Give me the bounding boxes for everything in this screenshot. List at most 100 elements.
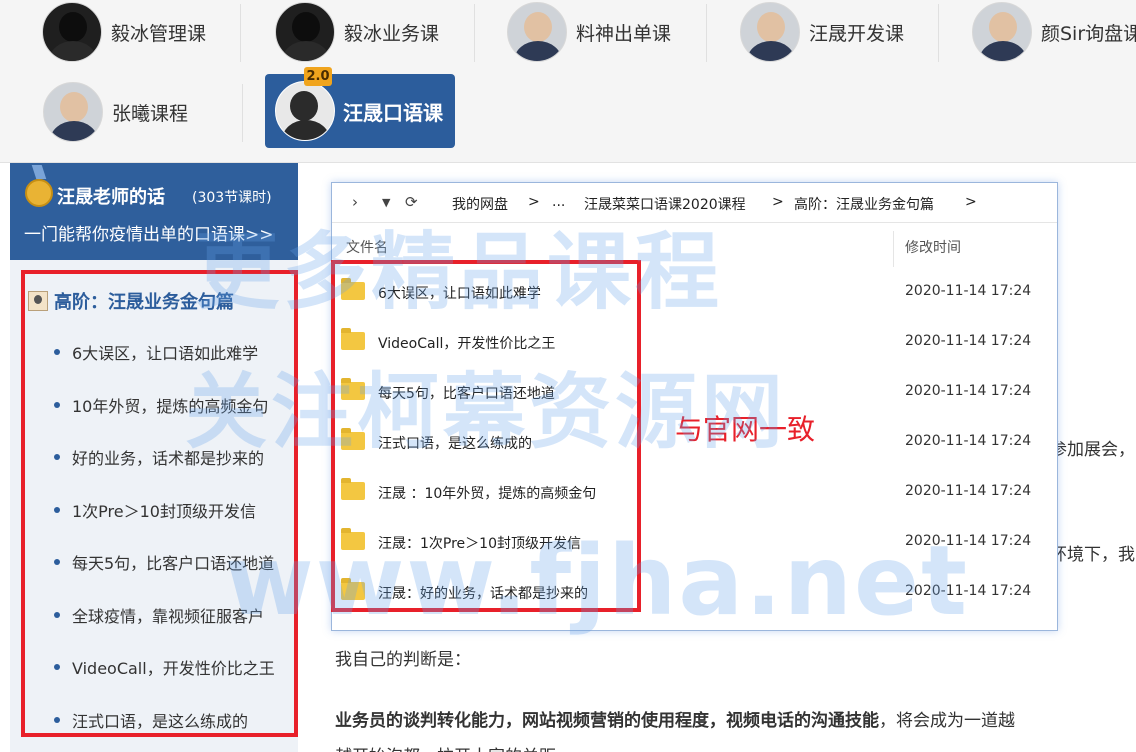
tab-yansir-inquiry[interactable]: 颜Sir询盘课 xyxy=(972,0,1136,64)
teacher-thumb-icon xyxy=(28,291,48,311)
folder-name: VideoCall，开发性价比之王 xyxy=(378,336,556,352)
tab-yibing-business[interactable]: 毅冰业务课 xyxy=(275,0,439,64)
person-avatar-icon xyxy=(42,2,102,62)
folder-name: 汪晟 ：10年外贸，提炼的高频金句 xyxy=(378,486,597,502)
article-fragment: 环境下，我 xyxy=(1050,545,1135,565)
tab-label: 颜Sir询盘课 xyxy=(1041,22,1136,45)
chevron-right-icon[interactable]: › xyxy=(352,193,358,211)
column-divider xyxy=(893,231,894,267)
folder-row[interactable]: 汪晟：好的业务，话术都是抄来的 2020-11-14 17:24 xyxy=(332,572,1057,612)
tab-label: 汪晟口语课 xyxy=(343,100,443,125)
bullet-icon xyxy=(54,507,60,513)
folder-icon xyxy=(341,428,365,450)
breadcrumb-separator: > xyxy=(528,194,540,210)
lesson-item[interactable]: 1次Pre＞10封顶级开发信 xyxy=(54,498,256,522)
lesson-label: 汪式口语，是这么练成的 xyxy=(72,712,249,731)
breadcrumb-item[interactable]: 汪晟菜菜口语课2020课程 xyxy=(584,194,746,214)
version-badge: 2.0 xyxy=(304,67,332,86)
lesson-item[interactable]: 好的业务，话术都是抄来的 xyxy=(54,445,264,469)
sidebar-subtitle[interactable]: 一门能帮你疫情出单的口语课>> xyxy=(24,220,274,245)
tab-divider xyxy=(706,4,707,62)
breadcrumb-item[interactable]: ... xyxy=(552,194,565,210)
folder-icon xyxy=(341,478,365,500)
article-paragraph: 越开始泡都，拉开士家的关距 xyxy=(335,742,556,752)
bullet-icon xyxy=(54,664,60,670)
column-date[interactable]: 修改时间 xyxy=(905,237,961,257)
bullet-icon xyxy=(54,612,60,618)
file-explorer-screenshot: › ▼ ⟳ 我的网盘 > ... 汪晟菜菜口语课2020课程 > 高阶：汪晟业务… xyxy=(331,182,1058,631)
lesson-item[interactable]: 汪式口语，是这么练成的 xyxy=(54,708,248,732)
section-header[interactable]: 高阶：汪晟业务金句篇 xyxy=(28,288,234,314)
tab-yibing-management[interactable]: 毅冰管理课 xyxy=(42,0,206,64)
lesson-item[interactable]: 每天5句，比客户口语还地道 xyxy=(54,550,274,574)
folder-date: 2020-11-14 17:24 xyxy=(905,283,1032,299)
bullet-icon xyxy=(54,559,60,565)
tab-wangsheng-spoken-english[interactable]: 汪晟口语课 xyxy=(265,74,455,148)
breadcrumb-item[interactable]: 我的网盘 xyxy=(452,194,508,214)
bullet-icon xyxy=(54,349,60,355)
bullet-icon xyxy=(54,454,60,460)
lesson-label: 6大误区，让口语如此难学 xyxy=(72,344,259,363)
breadcrumb-separator: > xyxy=(772,194,784,210)
column-name[interactable]: 文件名 xyxy=(346,237,388,257)
lesson-label: 好的业务，话术都是抄来的 xyxy=(72,449,265,468)
lesson-label: 每天5句，比客户口语还地道 xyxy=(72,554,275,573)
tab-label: 张曦课程 xyxy=(112,102,189,125)
lesson-item[interactable]: VideoCall，开发性价比之王 xyxy=(54,655,275,679)
person-avatar-icon xyxy=(275,2,335,62)
breadcrumb-separator: > xyxy=(965,194,977,210)
dropdown-arrow-icon[interactable]: ▼ xyxy=(382,196,390,209)
folder-row[interactable]: 每天5句，比客户口语还地道 2020-11-14 17:24 xyxy=(332,372,1057,412)
sidebar-header[interactable]: 汪晟老师的话 (303节课时) 一门能帮你疫情出单的口语课>> xyxy=(10,163,298,260)
tab-label: 汪晟开发课 xyxy=(809,22,905,45)
lesson-label: VideoCall，开发性价比之王 xyxy=(72,659,275,678)
folder-name: 汪晟：1次Pre＞10封顶级开发信 xyxy=(378,536,581,552)
tab-divider xyxy=(242,84,243,142)
article-text: ，将会成为一道越 xyxy=(879,711,1015,731)
course-outline: 高阶：汪晟业务金句篇 6大误区，让口语如此难学 10年外贸，提炼的高频金句 好的… xyxy=(10,260,298,752)
person-avatar-icon xyxy=(972,2,1032,62)
bullet-icon xyxy=(54,717,60,723)
folder-icon xyxy=(341,378,365,400)
annotation-text: 与官网一致 xyxy=(675,413,816,446)
folder-name: 汪晟：好的业务，话术都是抄来的 xyxy=(378,586,588,602)
column-header: 文件名 修改时间 xyxy=(332,231,1057,267)
medal-icon xyxy=(25,179,53,207)
section-title: 高阶：汪晟业务金句篇 xyxy=(54,292,234,313)
lesson-item[interactable]: 全球疫情，靠视频征服客户 xyxy=(54,603,264,627)
lesson-item[interactable]: 10年外贸，提炼的高频金句 xyxy=(54,393,268,417)
person-avatar-icon xyxy=(275,81,335,141)
folder-icon xyxy=(341,328,365,350)
folder-icon xyxy=(341,528,365,550)
folder-name: 6大误区，让口语如此难学 xyxy=(378,286,541,302)
tab-zhangxi-course[interactable]: 张曦课程 xyxy=(43,80,188,144)
course-tab-bar: 毅冰管理课 毅冰业务课 料神出单课 汪晟开发课 颜Sir询盘课 张曦课程 汪晟口… xyxy=(0,0,1136,163)
folder-icon xyxy=(341,278,365,300)
person-avatar-icon xyxy=(740,2,800,62)
breadcrumb-item[interactable]: 高阶：汪晟业务金句篇 xyxy=(794,194,934,214)
refresh-icon[interactable]: ⟳ xyxy=(405,193,418,211)
article-paragraph: 业务员的谈判转化能力，网站视频营销的使用程度，视频电话的沟通技能，将会成为一道越 xyxy=(335,706,1015,731)
folder-date: 2020-11-14 17:24 xyxy=(905,533,1032,549)
folder-date: 2020-11-14 17:24 xyxy=(905,483,1032,499)
folder-row[interactable]: VideoCall，开发性价比之王 2020-11-14 17:24 xyxy=(332,322,1057,362)
folder-date: 2020-11-14 17:24 xyxy=(905,383,1032,399)
lesson-label: 10年外贸，提炼的高频金句 xyxy=(72,397,269,416)
tab-label: 毅冰业务课 xyxy=(344,22,440,45)
folder-row[interactable]: 汪晟：1次Pre＞10封顶级开发信 2020-11-14 17:24 xyxy=(332,522,1057,562)
lesson-label: 1次Pre＞10封顶级开发信 xyxy=(72,502,256,521)
folder-icon xyxy=(341,578,365,600)
tab-liaoshen-orders[interactable]: 料神出单课 xyxy=(507,0,671,64)
address-bar: › ▼ ⟳ 我的网盘 > ... 汪晟菜菜口语课2020课程 > 高阶：汪晟业务… xyxy=(332,183,1057,223)
bullet-icon xyxy=(54,402,60,408)
lesson-label: 全球疫情，靠视频征服客户 xyxy=(72,607,265,626)
folder-date: 2020-11-14 17:24 xyxy=(905,433,1032,449)
lesson-item[interactable]: 6大误区，让口语如此难学 xyxy=(54,340,258,364)
tab-divider xyxy=(240,4,241,62)
folder-row[interactable]: 6大误区，让口语如此难学 2020-11-14 17:24 xyxy=(332,272,1057,312)
tab-divider xyxy=(938,4,939,62)
lesson-count: (303节课时) xyxy=(192,190,272,206)
article-paragraph: 我自己的判断是： xyxy=(335,650,471,670)
folder-row[interactable]: 汪晟 ：10年外贸，提炼的高频金句 2020-11-14 17:24 xyxy=(332,472,1057,512)
tab-wangsheng-development[interactable]: 汪晟开发课 xyxy=(740,0,904,64)
